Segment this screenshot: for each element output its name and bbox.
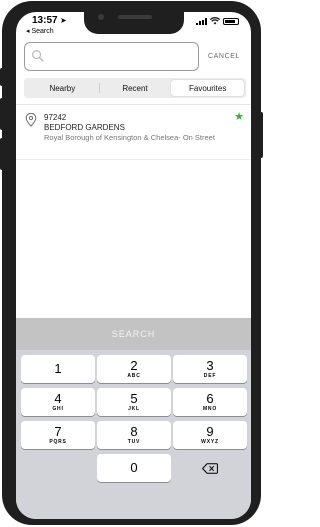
cancel-button[interactable]: CANCEL bbox=[208, 53, 240, 60]
status-time: 13:57 bbox=[32, 15, 58, 26]
search-input[interactable] bbox=[49, 47, 194, 66]
key-number: 2 bbox=[130, 358, 138, 373]
numeric-keypad: 1 2 ABC 3 DEF 4 GHI 5 JKL 6 MNO 7 PQRS 8… bbox=[16, 350, 251, 519]
key-0[interactable]: 0 bbox=[97, 454, 171, 482]
phone-notch bbox=[84, 12, 184, 34]
list-item[interactable]: 97242 BEDFORD GARDENS Royal Borough of K… bbox=[16, 108, 251, 160]
key-number: 7 bbox=[54, 424, 62, 439]
key-9[interactable]: 9 WXYZ bbox=[173, 421, 247, 449]
back-to-search-link[interactable]: ◂ Search bbox=[26, 27, 54, 35]
key-5[interactable]: 5 JKL bbox=[97, 388, 171, 416]
location-arrow-icon: ➤ bbox=[60, 16, 67, 25]
key-number: 1 bbox=[54, 361, 62, 376]
key-number: 6 bbox=[206, 391, 214, 406]
search-icon bbox=[32, 50, 44, 62]
map-pin-icon bbox=[25, 113, 37, 127]
key-8[interactable]: 8 TUV bbox=[97, 421, 171, 449]
key-number: 3 bbox=[206, 358, 214, 373]
front-camera bbox=[98, 14, 104, 20]
list-divider bbox=[16, 104, 251, 105]
key-number: 4 bbox=[54, 391, 62, 406]
cellular-signal-icon bbox=[196, 17, 207, 25]
key-letters: DEF bbox=[203, 373, 217, 379]
list-divider bbox=[16, 159, 251, 160]
status-indicators bbox=[196, 17, 239, 25]
location-area: Royal Borough of Kensington & Chelsea- O… bbox=[44, 133, 215, 142]
location-name: BEDFORD GARDENS bbox=[44, 123, 125, 132]
key-number: 9 bbox=[206, 424, 214, 439]
search-button-label: SEARCH bbox=[111, 329, 156, 339]
wifi-icon bbox=[210, 17, 220, 25]
tab-favourites[interactable]: Favourites bbox=[171, 80, 245, 96]
key-letters: TUV bbox=[127, 439, 141, 445]
key-letters: WXYZ bbox=[201, 439, 219, 445]
key-letters: PQRS bbox=[49, 439, 67, 445]
backspace-icon bbox=[202, 462, 218, 474]
key-letters: GHI bbox=[52, 406, 64, 412]
key-3[interactable]: 3 DEF bbox=[173, 355, 247, 383]
key-number: 8 bbox=[130, 424, 138, 439]
key-number: 5 bbox=[130, 391, 138, 406]
star-icon[interactable]: ★ bbox=[234, 112, 244, 123]
earpiece-speaker bbox=[118, 15, 152, 19]
location-code: 97242 bbox=[44, 113, 67, 122]
tab-recent[interactable]: Recent bbox=[98, 80, 172, 96]
key-1[interactable]: 1 bbox=[21, 355, 95, 383]
filter-tabs: Nearby Recent Favourites bbox=[24, 78, 246, 98]
phone-screen: 13:57 ➤ ◂ Search CANCEL Nearby Recent Fa… bbox=[16, 12, 251, 519]
key-letters: ABC bbox=[127, 373, 141, 379]
key-letters: MNO bbox=[202, 406, 218, 412]
tab-nearby[interactable]: Nearby bbox=[26, 80, 99, 96]
key-6[interactable]: 6 MNO bbox=[173, 388, 247, 416]
key-7[interactable]: 7 PQRS bbox=[21, 421, 95, 449]
search-button[interactable]: SEARCH bbox=[16, 318, 251, 350]
key-4[interactable]: 4 GHI bbox=[21, 388, 95, 416]
battery-icon bbox=[223, 17, 239, 25]
phone-frame: 13:57 ➤ ◂ Search CANCEL Nearby Recent Fa… bbox=[2, 1, 261, 525]
key-number: 0 bbox=[130, 460, 138, 475]
key-2[interactable]: 2 ABC bbox=[97, 355, 171, 383]
backspace-key[interactable] bbox=[173, 454, 247, 482]
search-field[interactable] bbox=[24, 42, 199, 71]
key-letters: JKL bbox=[128, 406, 140, 412]
